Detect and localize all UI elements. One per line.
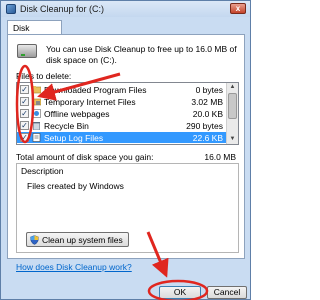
- list-item-selected[interactable]: ✓ Setup Log Files 22.6 KB: [17, 132, 226, 143]
- file-size: 290 bytes: [186, 121, 223, 131]
- list-item[interactable]: ✓ Temporary Internet Files 3.02 MB: [17, 96, 226, 107]
- webpage-icon: [32, 109, 41, 118]
- file-size: 22.6 KB: [192, 133, 223, 143]
- ok-button[interactable]: OK: [159, 286, 201, 299]
- checkbox[interactable]: ✓: [20, 121, 29, 130]
- checkbox[interactable]: ✓: [20, 109, 29, 118]
- clean-up-button-label: Clean up system files: [42, 235, 123, 245]
- list-item[interactable]: ✓ Recycle Bin 290 bytes: [17, 120, 226, 131]
- close-button[interactable]: x: [230, 3, 246, 14]
- list-item[interactable]: ✓ Offline webpages 20.0 KB: [17, 108, 226, 119]
- list-item[interactable]: ✓ Downloaded Program Files 0 bytes: [17, 84, 226, 95]
- title-bar[interactable]: Disk Cleanup for (C:) x: [1, 1, 250, 17]
- help-link[interactable]: How does Disk Cleanup work?: [16, 262, 132, 272]
- cancel-button[interactable]: Cancel: [207, 286, 247, 299]
- description-text: Files created by Windows: [27, 181, 124, 191]
- uac-shield-icon: [30, 235, 39, 245]
- disk-cleanup-icon: [6, 4, 16, 14]
- disk-cleanup-window: Disk Cleanup for (C:) x Disk Cleanup You…: [0, 0, 251, 300]
- description-group: Description Files created by Windows Cle…: [16, 163, 239, 253]
- files-to-delete-label: Files to delete:: [16, 71, 72, 81]
- window-title: Disk Cleanup for (C:): [20, 4, 105, 14]
- file-name: Downloaded Program Files: [44, 85, 147, 95]
- file-size: 3.02 MB: [191, 97, 223, 107]
- disk-cleanup-panel: You can use Disk Cleanup to free up to 1…: [7, 34, 245, 272]
- scroll-down-icon[interactable]: ▼: [229, 136, 236, 142]
- scroll-up-icon[interactable]: ▲: [229, 84, 236, 90]
- total-space-label: Total amount of disk space you gain:: [16, 152, 154, 162]
- hard-drive-icon: [17, 44, 37, 58]
- file-name: Temporary Internet Files: [44, 97, 136, 107]
- total-space-value: 16.0 MB: [204, 152, 236, 162]
- lock-folder-icon: [32, 98, 41, 106]
- checkbox[interactable]: ✓: [20, 97, 29, 106]
- file-name: Recycle Bin: [44, 121, 89, 131]
- list-scrollbar[interactable]: ▲ ▼: [226, 83, 238, 144]
- folder-icon: [32, 86, 41, 94]
- description-title: Description: [21, 166, 64, 176]
- file-size: 20.0 KB: [192, 109, 223, 119]
- file-name: Offline webpages: [44, 109, 110, 119]
- recycle-bin-icon: [33, 122, 40, 130]
- checkbox[interactable]: ✓: [20, 85, 29, 94]
- file-size: 0 bytes: [195, 85, 223, 95]
- files-list[interactable]: ✓ Downloaded Program Files 0 bytes ✓ Tem…: [16, 82, 239, 145]
- clean-up-system-files-button[interactable]: Clean up system files: [26, 232, 129, 247]
- intro-text: You can use Disk Cleanup to free up to 1…: [46, 44, 237, 65]
- tab-disk-cleanup[interactable]: Disk Cleanup: [7, 20, 62, 43]
- scroll-thumb[interactable]: [228, 93, 237, 119]
- file-name: Setup Log Files: [44, 133, 104, 143]
- log-file-icon: [32, 133, 41, 142]
- checkbox[interactable]: ✓: [20, 133, 29, 142]
